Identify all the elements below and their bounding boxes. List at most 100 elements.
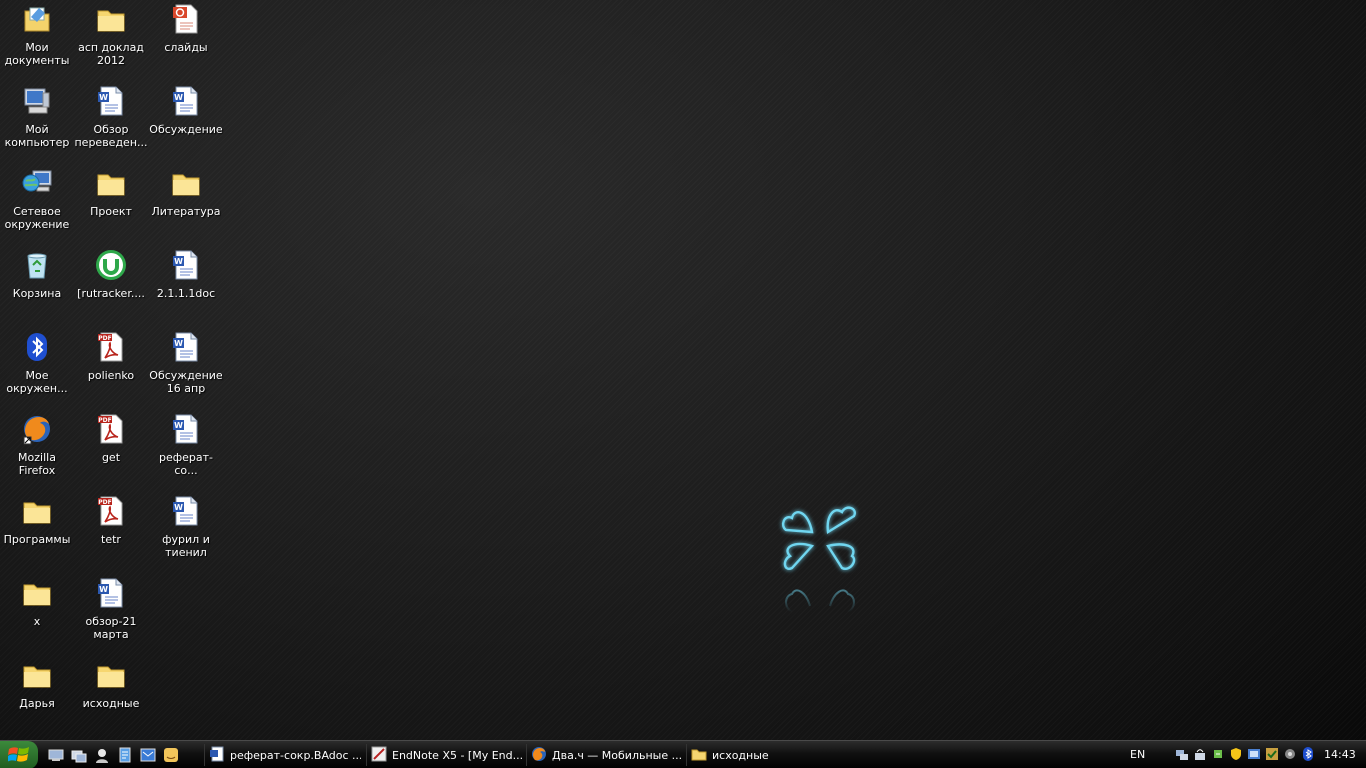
desktop-icon-network-places[interactable]: Сетевое окружение [0,166,74,246]
quick-launch [46,745,180,765]
antivirus-icon[interactable] [1264,746,1280,762]
desktop-icon-iskhodnye[interactable]: исходные [74,658,148,738]
svg-text:W: W [99,585,108,594]
taskbar-button-label: реферат-сокр.BAdoc ... [230,748,361,762]
desktop-icon-obzor[interactable]: W Обзор переведен... [74,84,148,164]
desktop-icon-asp-doklad[interactable]: асп доклад 2012 [74,2,148,82]
desktop-icon-referat[interactable]: W реферат-со... [149,412,223,492]
desktop-icon-obzor-21[interactable]: W обзор-21 марта [74,576,148,656]
desktop-icon-label: x [33,615,41,628]
desktop-icon-obsuzhdenie[interactable]: W Обсуждение [149,84,223,164]
clock[interactable]: 14:43 [1324,748,1356,761]
desktop-icon-label: исходные [82,697,140,710]
desktop-icon-label: polienko [87,369,135,382]
desktop-icon-programs[interactable]: Программы [0,494,74,574]
desktop-icon-label: обзор-21 марта [85,615,137,641]
desktop-icon-get[interactable]: PDF get [74,412,148,492]
desktop-icon-furil[interactable]: W фурил и тиенил [149,494,223,574]
show-desktop-icon[interactable] [46,745,65,764]
desktop-icon-label: Проект [90,205,132,218]
user-icon[interactable] [92,745,111,764]
desktop-icon-obsuzhdenie-16[interactable]: W Обсуждение 16 апр [149,330,223,410]
svg-text:PDF: PDF [98,499,111,506]
desktop-icon-label: асп доклад 2012 [78,41,144,67]
svg-text:W: W [174,339,183,348]
desktop-icon-rutracker[interactable]: [rutracker.... [74,248,148,328]
desktop-icon-mozilla-firefox[interactable]: Mozilla Firefox [0,412,74,492]
outlook-icon[interactable] [138,745,157,764]
firefox-icon [20,412,54,446]
pdf-file-icon: PDF [94,494,128,528]
desktop-icon-my-documents[interactable]: Мои документы [0,2,74,82]
word-document-icon: W [94,84,128,118]
folder-icon [169,166,203,200]
my-documents-icon [20,2,54,36]
wallpaper-logo [772,496,868,622]
taskbar-button-endnote[interactable]: EndNote X5 - [My End... [366,744,523,766]
wireless-icon[interactable] [1192,746,1208,762]
taskbar-button-iskhodnye[interactable]: исходные [686,744,841,766]
word-document-icon: W [169,412,203,446]
word-document-icon: W [169,248,203,282]
desktop-icon-label: фурил и тиенил [162,533,210,559]
powerpoint-file-icon [169,2,203,36]
switch-windows-icon[interactable] [69,745,88,764]
network-connection-icon[interactable] [1246,746,1262,762]
desktop-icon-recycle-bin[interactable]: Корзина [0,248,74,328]
bluetooth-icon [20,330,54,364]
desktop-icon-literatura[interactable]: Литература [149,166,223,246]
desktop-icon-label: [rutracker.... [77,287,145,300]
desktop-icon-my-computer[interactable]: Мой компьютер [0,84,74,164]
desktop-icon-label: Корзина [12,287,62,300]
svg-text:W: W [99,93,108,102]
endnote-icon [371,746,387,765]
firefox-icon [531,746,547,765]
svg-text:W: W [174,421,183,430]
desktop-icon-darya[interactable]: Дарья [0,658,74,738]
desktop-icon-label: Сетевое окружение [4,205,70,231]
folder-icon [20,494,54,528]
word-document-icon: W [94,576,128,610]
svg-text:PDF: PDF [98,335,111,342]
desktop-icon-label: 2.1.1.1doc [156,287,216,300]
desktop-icon-2111doc[interactable]: W 2.1.1.1doc [149,248,223,328]
start-button[interactable] [0,741,38,768]
network-icon[interactable] [1174,746,1190,762]
taskbar-button-label: исходные [712,748,769,762]
word-document-icon: W [169,494,203,528]
svg-text:W: W [174,93,183,102]
messenger-icon[interactable] [161,745,180,764]
desktop-icon-label: Мои документы [4,41,70,67]
taskbar-button-firefox[interactable]: Два.ч — Мобильные ... [526,744,681,766]
word-document-icon: W [169,84,203,118]
system-tray [1174,746,1316,762]
folder-icon [94,166,128,200]
desktop-icon-label: Дарья [19,697,55,710]
taskbar-button-label: Два.ч — Мобильные ... [552,748,681,762]
svg-text:PDF: PDF [98,417,111,424]
safely-remove-icon[interactable] [1210,746,1226,762]
taskbar: реферат-сокр.BAdoc ... EndNote X5 - [My … [0,740,1366,768]
bluetooth-tray-icon[interactable] [1300,746,1316,762]
notepad-icon[interactable] [115,745,134,764]
desktop-icon-slaidy[interactable]: слайды [149,2,223,82]
pdf-file-icon: PDF [94,412,128,446]
desktop-icon-label: Мой компьютер [4,123,70,149]
desktop-icon-bluetooth[interactable]: Мое окружен... [0,330,74,410]
volume-icon[interactable] [1282,746,1298,762]
utorrent-icon [94,248,128,282]
desktop-icon-label: Mozilla Firefox [18,451,56,477]
desktop-icon-label: слайды [164,41,208,54]
desktop-icon-polienko[interactable]: PDF polienko [74,330,148,410]
desktop-icon-proekt[interactable]: Проект [74,166,148,246]
taskbar-button-referat[interactable]: реферат-сокр.BAdoc ... [204,744,361,766]
desktop-icon-tetr[interactable]: PDF tetr [74,494,148,574]
windows-logo-icon [8,747,29,762]
desktop-icon-x[interactable]: x [0,576,74,656]
security-shield-icon[interactable] [1228,746,1244,762]
desktop-icon-label: get [101,451,121,464]
language-indicator[interactable]: EN [1130,748,1145,761]
desktop-icon-label: Обсуждение 16 апр [149,369,223,395]
desktop-icon-label: Мое окружен... [6,369,68,395]
my-computer-icon [20,84,54,118]
